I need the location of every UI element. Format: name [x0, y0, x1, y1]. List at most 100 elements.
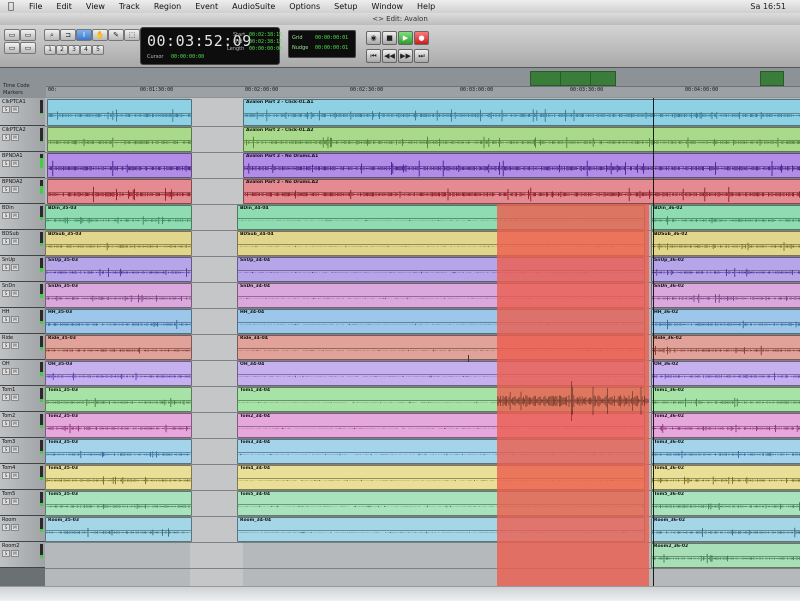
audio-region[interactable]: Tom1_35-03	[45, 387, 192, 412]
solo-mute-buttons[interactable]: SM	[2, 160, 20, 167]
audio-region[interactable]: BDSub_35-03	[45, 231, 192, 256]
audio-region[interactable]: Tom5_36-02	[651, 491, 800, 516]
track-name[interactable]: BDin	[2, 205, 42, 211]
audio-region[interactable]: HH_36-02	[651, 309, 800, 334]
solo-mute-buttons[interactable]: SM	[2, 290, 20, 297]
menu-window[interactable]: Window	[364, 2, 410, 11]
solo-mute-buttons[interactable]: SM	[2, 212, 20, 219]
grid-value[interactable]: 00:00:00:01	[315, 35, 348, 41]
record-icon[interactable]: ●	[414, 31, 429, 45]
solo-button[interactable]: S	[2, 160, 10, 167]
track-lane[interactable]: Tom3_35-03 Tom3_34-04 Tom3_36-02	[45, 438, 800, 465]
length-value[interactable]: 00:00:00:00	[249, 46, 282, 52]
track-name[interactable]: HH	[2, 309, 42, 315]
track-lane[interactable]: OH_35-03 OH_34-04 OH_36-02	[45, 360, 800, 387]
mute-button[interactable]: M	[11, 186, 19, 193]
fast-forward-icon[interactable]: ▶▶	[398, 49, 413, 63]
audio-region[interactable]: Ride_36-02	[651, 335, 800, 360]
audio-region[interactable]: BDin_35-03	[45, 205, 192, 230]
track-lane[interactable]: Tom1_35-03 Tom1_34-04 Tom1_36-02	[45, 386, 800, 413]
menu-edit[interactable]: Edit	[49, 2, 79, 11]
track-lane[interactable]: Tom2_35-03 Tom2_34-04 Tom2_36-02	[45, 412, 800, 439]
track-lane[interactable]: Ride_35-03 Ride_34-04 Ride_36-02	[45, 334, 800, 361]
mute-button[interactable]: M	[11, 316, 19, 323]
zoom-preset-2[interactable]: 2	[56, 45, 68, 55]
track-header[interactable]: BDin S M	[0, 204, 45, 230]
solo-mute-buttons[interactable]: SM	[2, 550, 20, 557]
mute-button[interactable]: M	[11, 106, 19, 113]
track-header[interactable]: Tom2 S M	[0, 412, 45, 438]
mode-grid-button[interactable]: ▭	[20, 42, 36, 54]
solo-mute-buttons[interactable]: SM	[2, 472, 20, 479]
audio-region[interactable]	[47, 127, 192, 152]
track-name[interactable]: BPNDA1	[2, 153, 42, 159]
solo-mute-buttons[interactable]: SM	[2, 446, 20, 453]
audio-region[interactable]: Tom4_36-02	[651, 465, 800, 490]
solo-mute-buttons[interactable]: SM	[2, 394, 20, 401]
track-header[interactable]: Room S M	[0, 516, 45, 542]
mute-button[interactable]: M	[11, 420, 19, 427]
solo-mute-buttons[interactable]: SM	[2, 524, 20, 531]
play-icon[interactable]: ▶	[398, 31, 413, 45]
track-lane[interactable]: Avalon Part 2 - Click-01.A1	[45, 98, 800, 127]
zoom-preset-3[interactable]: 3	[68, 45, 80, 55]
track-name[interactable]: Tom2	[2, 413, 42, 419]
track-header[interactable]: BPNDA2 S M	[0, 178, 45, 204]
mute-button[interactable]: M	[11, 550, 19, 557]
mute-button[interactable]: M	[11, 134, 19, 141]
grabber-icon[interactable]: ✋	[92, 29, 108, 41]
mode-spot-button[interactable]: ▭	[20, 29, 36, 41]
main-counter[interactable]: 00:03:52:09 Start 00:02:38:15 End 00:02:…	[140, 27, 282, 65]
zoom-preset-1[interactable]: 1	[44, 45, 56, 55]
track-lane[interactable]: SnUp_35-03 SnUp_34-04 SnUp_36-02	[45, 256, 800, 283]
solo-button[interactable]: S	[2, 134, 10, 141]
solo-button[interactable]: S	[2, 342, 10, 349]
rewind-icon[interactable]: ◀◀	[382, 49, 397, 63]
audio-region[interactable]: SnDn_35-03	[45, 283, 192, 308]
solo-mute-buttons[interactable]: SM	[2, 134, 20, 141]
track-header[interactable]: HH S M	[0, 308, 45, 334]
audio-region[interactable]: Avalon Part 2 - Click-01.A1	[243, 99, 800, 126]
audio-region[interactable]: HH_35-03	[45, 309, 192, 334]
mute-button[interactable]: M	[11, 212, 19, 219]
mute-button[interactable]: M	[11, 342, 19, 349]
go-to-end-icon[interactable]: ⏭	[414, 49, 429, 63]
track-lane[interactable]: Avalon Part 2 - Click-01.A2	[45, 126, 800, 153]
track-header[interactable]: BDSub S M	[0, 230, 45, 256]
audio-region[interactable]	[47, 153, 192, 178]
solo-mute-buttons[interactable]: SM	[2, 264, 20, 271]
audio-region[interactable]: Tom2_36-02	[651, 413, 800, 438]
zoom-preset-4[interactable]: 4	[80, 45, 92, 55]
audio-region[interactable]: Avalon Part 2 - Click-01.A2	[243, 127, 800, 152]
audio-region[interactable]: Room2_36-02	[651, 543, 800, 568]
audio-region[interactable]: SnUp_36-02	[651, 257, 800, 282]
solo-button[interactable]: S	[2, 186, 10, 193]
audio-region[interactable]: Room_36-02	[651, 517, 800, 542]
mute-button[interactable]: M	[11, 238, 19, 245]
return-to-zero-icon[interactable]: ⏮	[366, 49, 381, 63]
timeline-selection[interactable]	[496, 204, 649, 598]
apple-icon[interactable]: 	[0, 1, 22, 12]
track-name[interactable]: Ride	[2, 335, 42, 341]
audio-region[interactable]: BDSub_36-02	[651, 231, 800, 256]
audio-region[interactable]: Tom5_35-03	[45, 491, 192, 516]
audio-region[interactable]: Avalon Part 2 - No Drums.A1	[243, 153, 800, 178]
menu-view[interactable]: View	[79, 2, 112, 11]
audio-region[interactable]	[47, 179, 192, 204]
solo-mute-buttons[interactable]: SM	[2, 186, 20, 193]
zoom-icon[interactable]: ⌕	[44, 29, 60, 41]
solo-mute-buttons[interactable]: SM	[2, 316, 20, 323]
solo-button[interactable]: S	[2, 420, 10, 427]
track-lane[interactable]: Tom5_35-03 Tom5_34-04 Tom5_36-02	[45, 490, 800, 517]
track-name[interactable]: Room2	[2, 543, 42, 549]
track-header[interactable]: ClkPTCA2 S M	[0, 126, 45, 152]
audio-region[interactable]	[47, 99, 192, 126]
online-icon[interactable]: ◉	[366, 31, 381, 45]
audio-region[interactable]: Tom4_35-03	[45, 465, 192, 490]
smart-tool-icon[interactable]: ⬚	[124, 29, 140, 41]
solo-mute-buttons[interactable]: SM	[2, 106, 20, 113]
mode-slip-button[interactable]: ▭	[4, 42, 20, 54]
end-value[interactable]: 00:02:38:15	[249, 39, 282, 45]
track-header[interactable]: Room2 S M	[0, 542, 45, 568]
audio-region[interactable]: Avalon Part 2 - No Drums.A2	[243, 179, 800, 204]
